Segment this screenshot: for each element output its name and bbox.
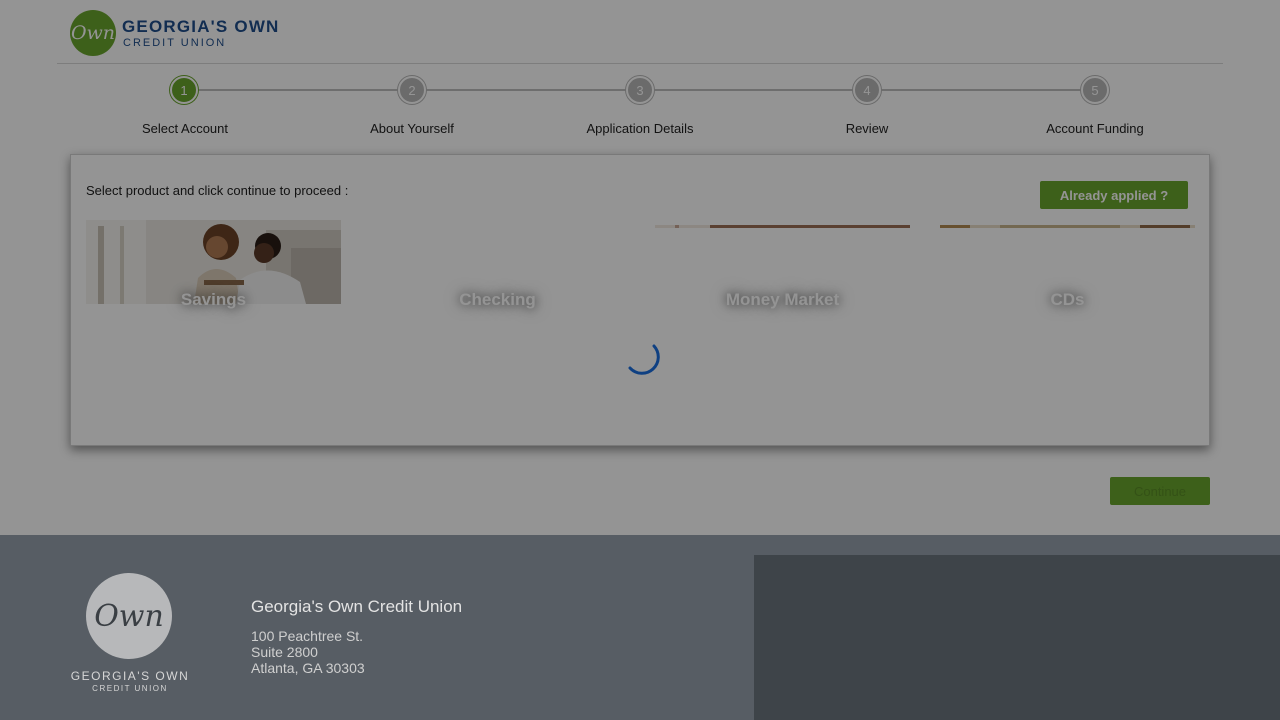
footer-own-logo-mark: Own (86, 573, 172, 659)
footer-right-panel (754, 555, 1280, 720)
step-connector (198, 89, 398, 91)
product-selection-panel: Select product and click continue to pro… (70, 154, 1210, 446)
footer-logo-subtitle: CREDIT UNION (92, 684, 168, 693)
own-logo-mark: Own (70, 10, 116, 56)
header: Own GEORGIA'S OWN CREDIT UNION (0, 0, 1280, 64)
cds-photo-strip (940, 220, 1195, 228)
logo-mark-text: Own (70, 22, 116, 44)
footer-address-line-2: Suite 2800 (251, 644, 318, 660)
continue-button[interactable]: Continue (1110, 477, 1210, 505)
step-2-label: About Yourself (370, 121, 454, 136)
step-5-label: Account Funding (1046, 121, 1144, 136)
loading-spinner-icon (628, 344, 660, 375)
footer-logo[interactable]: Own GEORGIA'S OWN CREDIT UNION (70, 573, 190, 693)
logo-title: GEORGIA'S OWN (122, 17, 280, 36)
panel-instruction: Select product and click continue to pro… (86, 183, 349, 198)
step-1-label: Select Account (142, 121, 228, 136)
step-1-indicator: 1 (170, 76, 198, 104)
step-4-label: Review (845, 121, 889, 136)
step-2-indicator: 2 (398, 76, 426, 104)
product-card-checking[interactable]: Checking (370, 220, 625, 325)
footer-logo-mark-text: Own (94, 598, 164, 634)
product-label-cds: CDs (1050, 290, 1085, 309)
product-card-money-market[interactable]: Money Market (655, 220, 910, 325)
footer-org-name: Georgia's Own Credit Union (251, 597, 463, 616)
logo-subtitle: CREDIT UNION (123, 37, 227, 49)
step-5-indicator: 5 (1081, 76, 1109, 104)
product-label-checking: Checking (459, 290, 536, 309)
product-label-savings: Savings (180, 290, 247, 309)
product-card-savings[interactable]: Savings (86, 220, 341, 325)
already-applied-button[interactable]: Already applied ? (1040, 181, 1188, 209)
step-connector (881, 89, 1081, 91)
georgias-own-logo[interactable]: Own GEORGIA'S OWN CREDIT UNION (70, 10, 310, 58)
header-divider (57, 63, 1223, 64)
step-connector (426, 89, 626, 91)
footer-logo-title: GEORGIA'S OWN (70, 669, 190, 683)
product-card-cds[interactable]: CDs (940, 220, 1195, 325)
footer: Own GEORGIA'S OWN CREDIT UNION Georgia's… (0, 535, 1280, 720)
footer-address-line-3: Atlanta, GA 30303 (251, 660, 365, 676)
step-3-label: Application Details (586, 121, 694, 136)
step-connector (654, 89, 854, 91)
step-4-indicator: 4 (853, 76, 881, 104)
product-label-money-market: Money Market (725, 290, 840, 309)
money-market-photo-strip (655, 220, 910, 228)
footer-address-line-1: 100 Peachtree St. (251, 628, 364, 644)
step-3-indicator: 3 (626, 76, 654, 104)
